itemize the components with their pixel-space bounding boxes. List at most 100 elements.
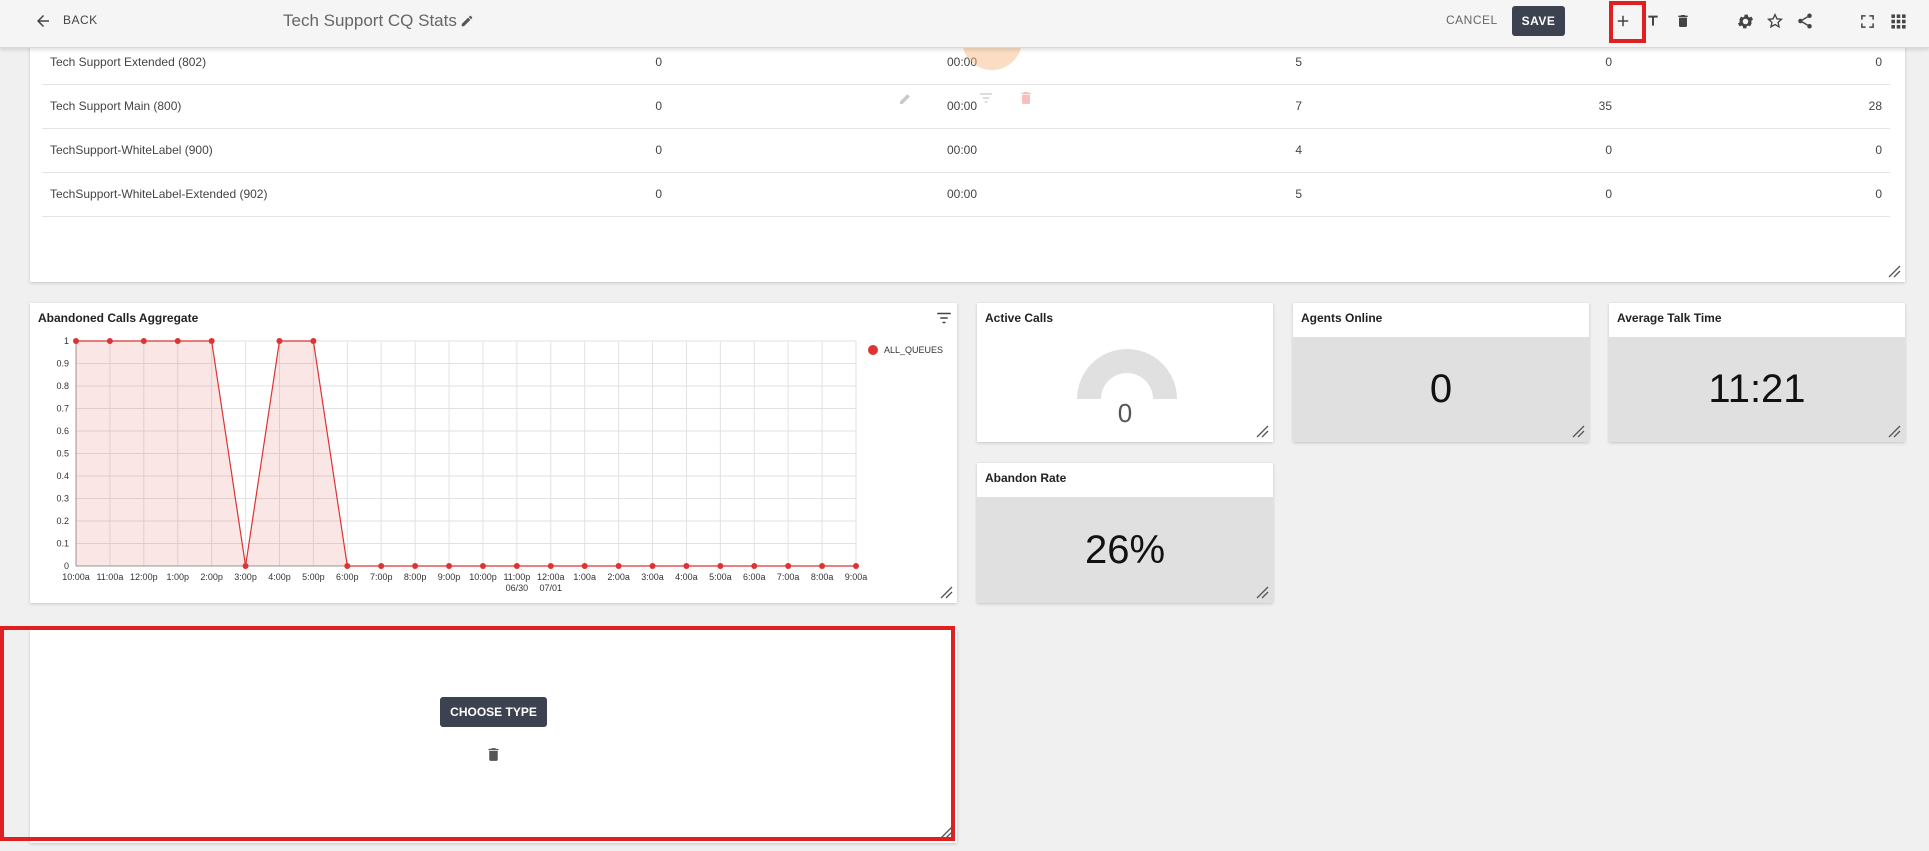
x-tick-label: 5:00p <box>302 572 325 582</box>
x-tick-label: 9:00p <box>438 572 461 582</box>
average-talk-time-card: Average Talk Time 11:21 <box>1609 303 1905 442</box>
back-arrow-icon[interactable] <box>31 9 55 33</box>
card-title: Average Talk Time <box>1617 311 1722 325</box>
star-icon[interactable] <box>1763 9 1787 33</box>
y-tick-label: 0.5 <box>56 449 69 459</box>
x-tick-label: 11:00a <box>96 572 123 582</box>
table-row: TechSupport-WhiteLabel (900) 0 00:00 4 0… <box>42 128 1890 173</box>
cell: 0 <box>1605 187 1612 201</box>
y-tick-label: 0.7 <box>56 404 69 414</box>
resize-handle-icon[interactable] <box>1887 264 1901 278</box>
active-calls-gauge <box>1077 349 1177 399</box>
data-point <box>785 563 792 569</box>
abandoned-calls-card: Abandoned Calls Aggregate 0 0.1 0.2 0.3 0.4 0… <box>30 303 957 603</box>
back-button[interactable]: BACK <box>63 13 98 27</box>
x-tick-label: 2:00p <box>200 572 223 582</box>
cell: 0 <box>655 187 662 201</box>
cell: 4 <box>1295 143 1302 157</box>
abandon-rate-value: 26% <box>977 497 1273 603</box>
page-title: Tech Support CQ Stats <box>283 11 457 30</box>
x-tick-label: 1:00p <box>166 572 189 582</box>
data-point <box>751 563 758 569</box>
y-tick-label: 0.9 <box>56 359 69 369</box>
active-calls-value: 0 <box>1117 398 1133 428</box>
abandoned-calls-chart: 0 0.1 0.2 0.3 0.4 0.5 0.6 0.7 0.8 0.9 1 10:00a 11:00… <box>56 336 943 593</box>
settings-gear-icon[interactable] <box>1733 9 1757 33</box>
agents-online-value: 0 <box>1293 337 1589 442</box>
x-tick-label: 8:00a <box>811 572 834 582</box>
fullscreen-icon[interactable] <box>1855 9 1879 33</box>
queue-name: Tech Support Main (800) <box>50 99 182 113</box>
data-point <box>276 338 283 344</box>
x-tick-label: 11:00p <box>503 572 530 582</box>
resize-handle-icon[interactable] <box>1255 585 1269 599</box>
y-tick-label: 0 <box>64 561 69 571</box>
queue-name: TechSupport-WhiteLabel (900) <box>50 143 213 157</box>
y-tick-label: 0.6 <box>56 426 69 436</box>
cell: 7 <box>1295 99 1302 113</box>
cell: 00:00 <box>946 143 978 157</box>
data-point <box>717 563 724 569</box>
resize-handle-icon[interactable] <box>1255 424 1269 438</box>
table-row: Tech Support Main (800) 0 00:00 7 35 28 <box>42 84 1890 129</box>
data-point <box>344 563 351 569</box>
x-tick-label: 4:00a <box>675 572 698 582</box>
edit-title-icon[interactable] <box>455 9 479 33</box>
x-tick-label: 6:00a <box>743 572 766 582</box>
x-tick-label: 3:00p <box>234 572 257 582</box>
active-calls-card: Active Calls 0 <box>977 303 1273 442</box>
cell: 0 <box>1875 187 1882 201</box>
highlight-box-new-widget <box>0 626 955 841</box>
edit-widget-icon[interactable] <box>898 90 914 111</box>
x-tick-label: 10:00a <box>62 572 90 582</box>
cell: 35 <box>1598 99 1612 113</box>
table-row: TechSupport-WhiteLabel-Extended (902) 0 … <box>42 172 1890 217</box>
x-tick-label: 5:00a <box>709 572 732 582</box>
cell: 0 <box>1875 143 1882 157</box>
data-point <box>683 563 690 569</box>
resize-handle-icon[interactable] <box>1571 424 1585 438</box>
y-tick-label: 0.3 <box>56 494 69 504</box>
resize-handle-icon[interactable] <box>1887 424 1901 438</box>
x-tick-label: 7:00a <box>777 572 800 582</box>
queue-stats-table-card: Tech Support Extended (802) 0 00:00 5 0 … <box>30 40 1905 282</box>
x-tick-label: 3:00a <box>641 572 664 582</box>
data-point <box>310 338 317 344</box>
cell: 00:00 <box>946 187 978 201</box>
x-tick-label: 12:00a <box>537 572 565 582</box>
x-tick-label: 1:00a <box>573 572 596 582</box>
share-icon[interactable] <box>1793 9 1817 33</box>
card-title: Agents Online <box>1301 311 1383 325</box>
x-tick-label: 12:00p <box>130 572 158 582</box>
x-tick-label: 7:00p <box>370 572 393 582</box>
legend-marker <box>868 345 878 355</box>
delete-widget-icon[interactable] <box>1018 90 1034 111</box>
cell: 28 <box>1868 99 1882 113</box>
data-point <box>547 563 554 569</box>
x-tick-label: 9:00a <box>845 572 868 582</box>
resize-handle-icon[interactable] <box>939 585 953 599</box>
data-point <box>446 563 453 569</box>
cell: 0 <box>1605 143 1612 157</box>
data-point <box>513 563 520 569</box>
x-tick-label: 2:00a <box>607 572 630 582</box>
apps-grid-icon[interactable] <box>1886 9 1910 33</box>
data-point <box>615 563 622 569</box>
x-tick-sublabel: 06/30 <box>506 583 529 593</box>
x-tick-label: 6:00p <box>336 572 359 582</box>
filter-widget-icon[interactable] <box>978 90 994 111</box>
data-point <box>242 563 249 569</box>
cancel-button[interactable]: CANCEL <box>1446 13 1498 27</box>
data-point <box>819 563 826 569</box>
data-point <box>208 338 215 344</box>
delete-icon[interactable] <box>1671 9 1695 33</box>
queue-name: TechSupport-WhiteLabel-Extended (902) <box>50 187 268 201</box>
data-point <box>106 338 113 344</box>
text-icon[interactable] <box>1641 9 1665 33</box>
x-tick-label: 8:00p <box>404 572 427 582</box>
data-point <box>479 563 486 569</box>
agents-online-card: Agents Online 0 <box>1293 303 1589 442</box>
data-point <box>649 563 656 569</box>
save-button[interactable]: SAVE <box>1512 6 1565 36</box>
abandon-rate-card: Abandon Rate 26% <box>977 463 1273 603</box>
